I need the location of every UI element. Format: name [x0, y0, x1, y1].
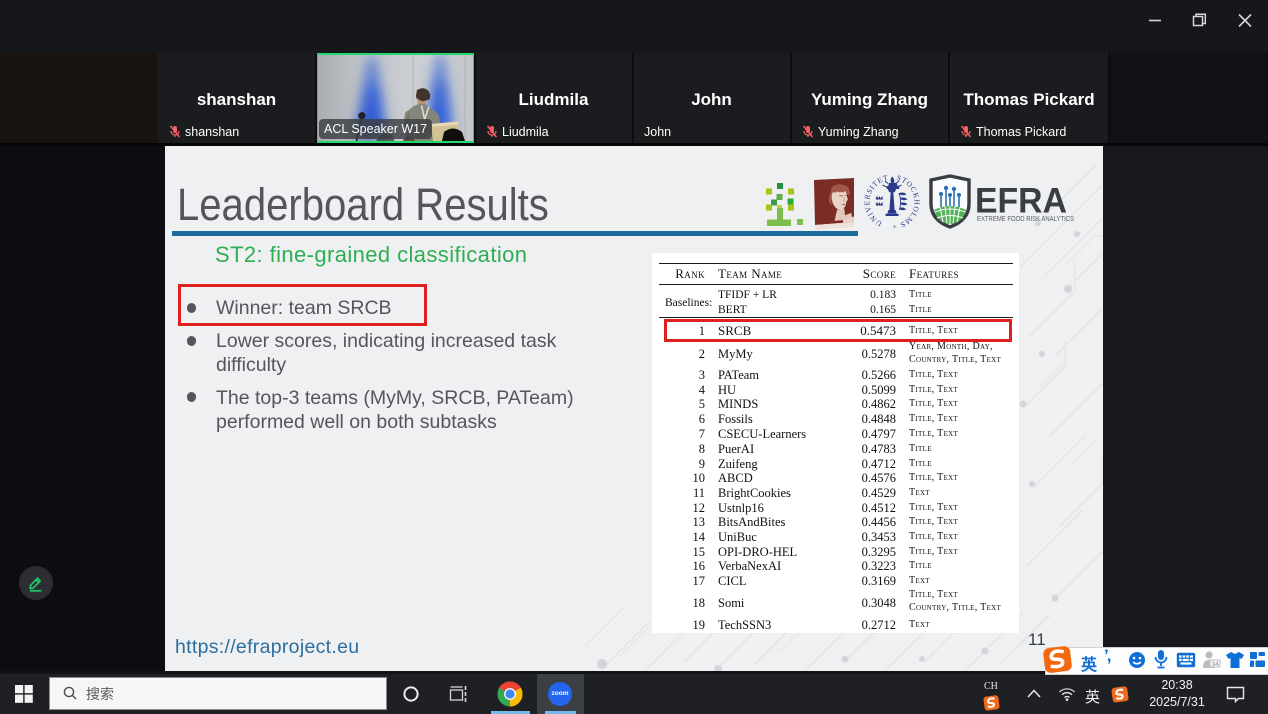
svg-text:EXTREME FOOD RISK ANALYTICS: EXTREME FOOD RISK ANALYTICS: [977, 214, 1074, 223]
svg-text:+: +: [892, 222, 897, 230]
svg-text:STOCKHOLMS: STOCKHOLMS: [896, 173, 921, 230]
svg-text:34: 34: [1212, 661, 1220, 668]
